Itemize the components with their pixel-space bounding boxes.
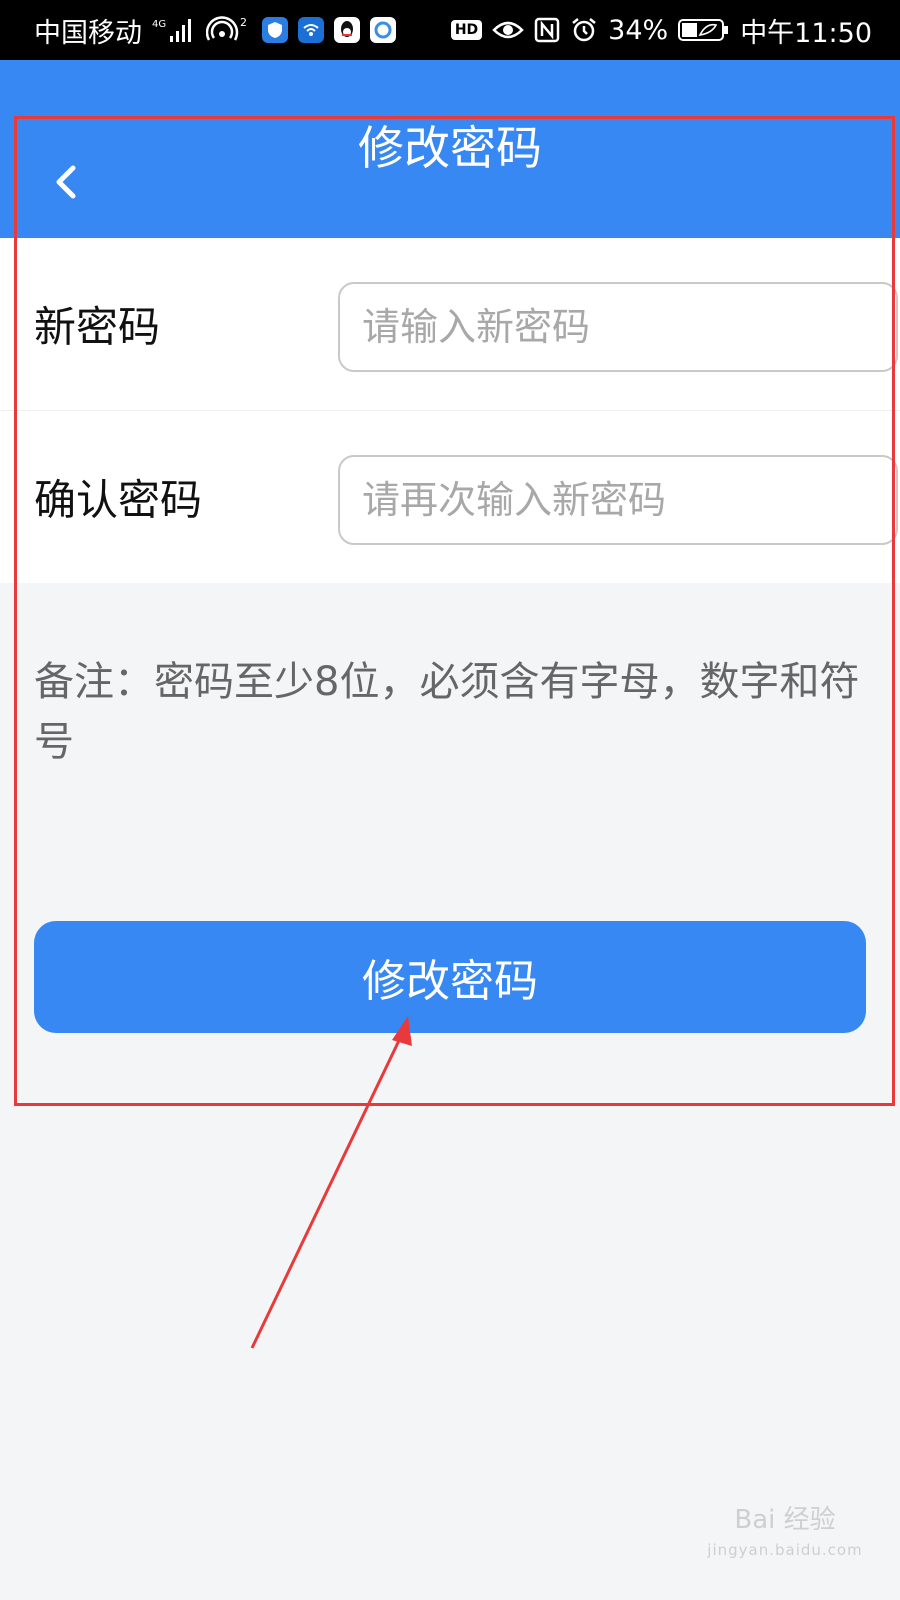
new-password-input[interactable] [338, 282, 898, 372]
password-form: 新密码 确认密码 [0, 238, 900, 583]
watermark: Bai 经验 jingyan.baidu.com [690, 1505, 880, 1565]
watermark-url: jingyan.baidu.com [707, 1541, 863, 1559]
svg-text:2: 2 [240, 16, 247, 29]
status-bar: 中国移动 4G 2 HD 34% 中午11:50 [0, 0, 900, 60]
confirm-password-row: 确认密码 [0, 411, 900, 583]
status-bar-left: 中国移动 4G 2 [34, 11, 396, 50]
carrier-label: 中国移动 [34, 17, 142, 49]
nfc-icon [534, 17, 560, 43]
browser-app-icon [370, 17, 396, 43]
alarm-icon [570, 16, 598, 44]
change-password-button[interactable]: 修改密码 [34, 921, 866, 1033]
status-bar-right: HD 34% 中午11:50 [450, 11, 872, 50]
confirm-password-input[interactable] [338, 455, 898, 545]
new-password-row: 新密码 [0, 238, 900, 411]
watermark-brand: Bai 经验 [734, 1505, 836, 1535]
battery-percent: 34% [608, 14, 669, 46]
hotspot-icon: 2 [206, 16, 252, 44]
shield-app-icon [262, 17, 288, 43]
confirm-password-label: 确认密码 [34, 475, 203, 525]
wifi-app-icon [298, 17, 324, 43]
eye-icon [492, 19, 524, 41]
password-rule-note: 备注：密码至少8位，必须含有字母，数字和符号 [34, 659, 860, 765]
qq-app-icon [334, 17, 360, 43]
clock: 中午11:50 [740, 17, 872, 49]
page-title: 修改密码 [358, 121, 542, 175]
svg-text:4G: 4G [152, 19, 166, 30]
battery-icon [678, 17, 730, 43]
signal-icon: 4G [152, 16, 196, 44]
hd-icon: HD [450, 20, 483, 40]
new-password-label: 新密码 [34, 302, 161, 352]
